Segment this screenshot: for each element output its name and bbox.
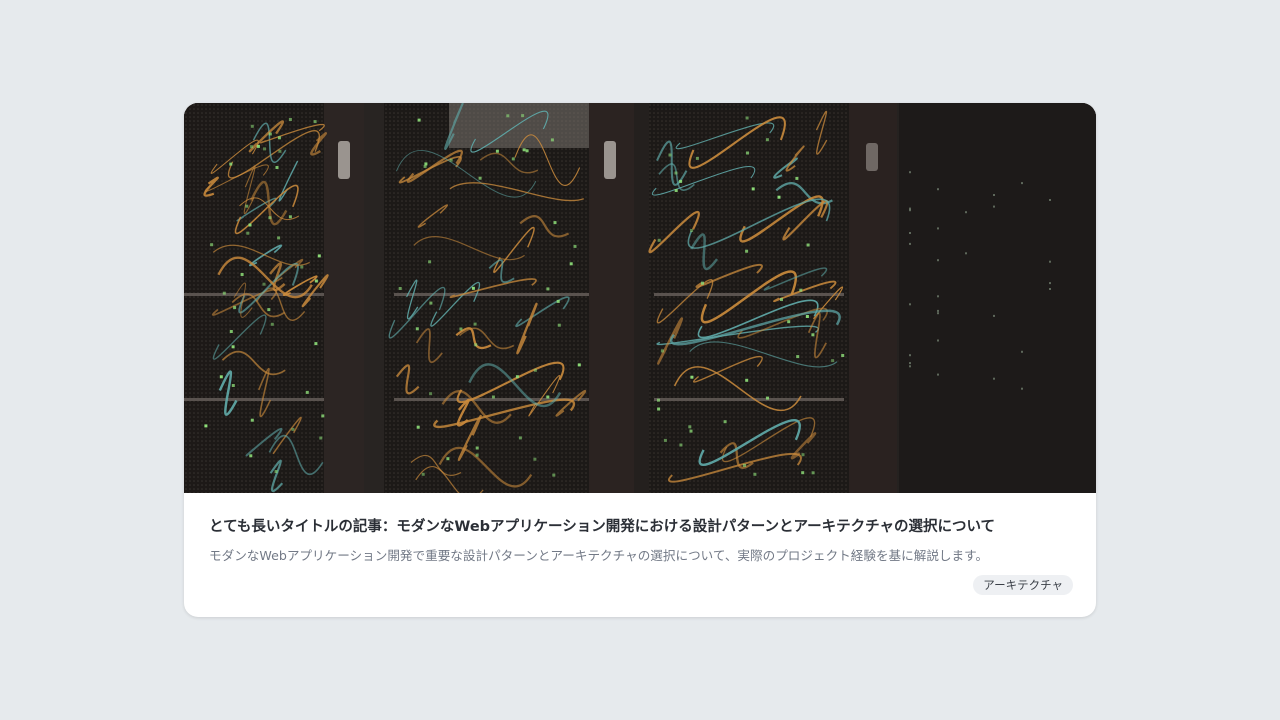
article-thumbnail [184,103,1096,493]
article-title[interactable]: とても長いタイトルの記事：モダンなWebアプリケーション開発における設計パターン… [209,515,1073,536]
article-card[interactable]: とても長いタイトルの記事：モダンなWebアプリケーション開発における設計パターン… [184,103,1096,617]
article-body: とても長いタイトルの記事：モダンなWebアプリケーション開発における設計パターン… [209,493,1073,617]
article-description: モダンなWebアプリケーション開発で重要な設計パターンとアーキテクチャの選択につ… [209,548,989,563]
tag-badge[interactable]: アーキテクチャ [973,575,1073,595]
server-rack-photo [184,103,1096,493]
